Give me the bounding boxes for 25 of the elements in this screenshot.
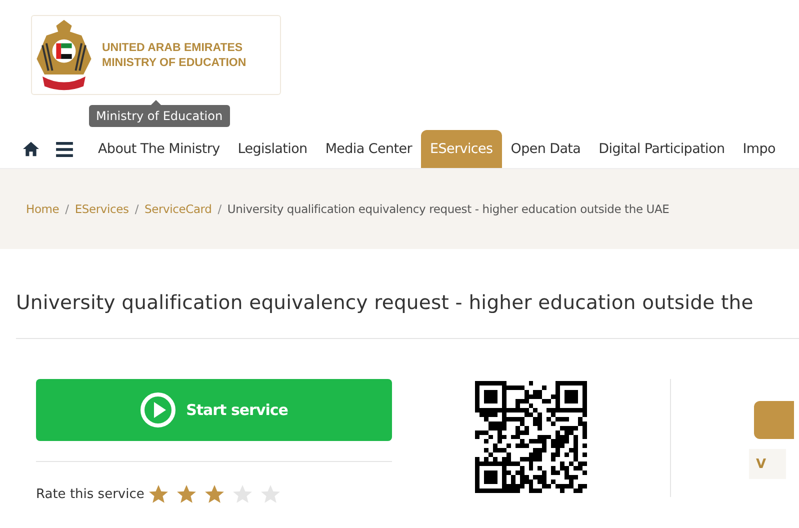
nav-tab[interactable]: Impo	[734, 130, 784, 168]
side-card-text: V	[756, 456, 766, 472]
rating-star[interactable]	[260, 484, 282, 505]
rating-star[interactable]	[148, 484, 170, 505]
breadcrumb-separator: /	[65, 202, 69, 216]
logo-text: MINISTRY OF EDUCATION	[102, 56, 246, 68]
page-title: University qualification equivalency request - higher education outside the	[16, 249, 799, 339]
breadcrumb-current: University qualification equivalency request - higher education outside the UAE	[227, 202, 670, 216]
rating-star[interactable]	[176, 484, 198, 505]
rating-label: Rate this service	[36, 487, 144, 502]
rating-star[interactable]	[232, 484, 254, 505]
nav-tab[interactable]: Open Data	[502, 130, 590, 168]
rating-star[interactable]	[204, 484, 226, 505]
tooltip: Ministry of Education	[89, 105, 230, 127]
tooltip-pointer	[151, 100, 161, 105]
home-icon[interactable]	[22, 141, 40, 157]
nav-tab[interactable]: About The Ministry	[89, 130, 229, 168]
logo-text: UNITED ARAB EMIRATES	[102, 42, 244, 54]
breadcrumb-separator: /	[134, 202, 139, 216]
nav-tab[interactable]: Legislation	[228, 130, 316, 168]
breadcrumb-separator: /	[218, 202, 222, 216]
nav-tab[interactable]: Media Center	[316, 130, 421, 168]
play-icon	[140, 392, 176, 428]
nav-tab[interactable]: Digital Participation	[590, 130, 734, 168]
menu-icon[interactable]	[56, 142, 73, 156]
